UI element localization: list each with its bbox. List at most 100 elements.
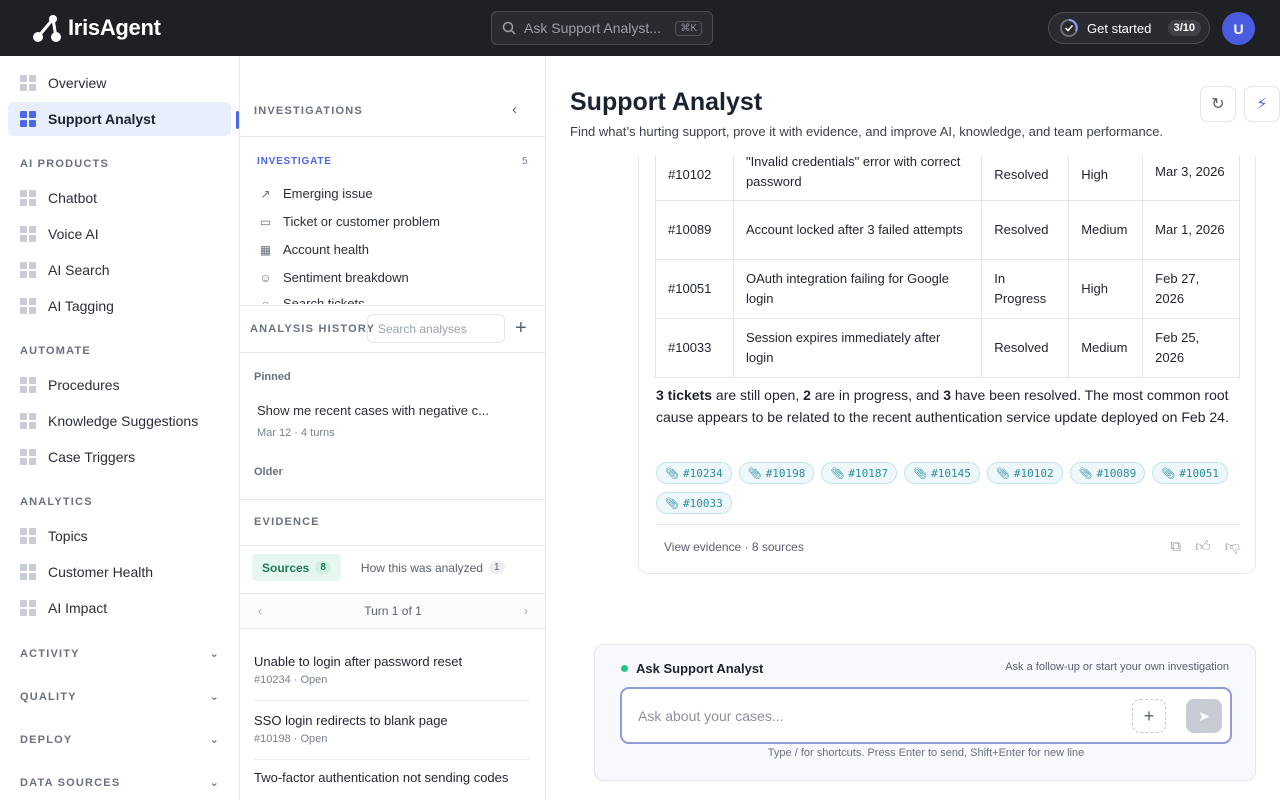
sidebar-item-chatbot[interactable]: Chatbot — [8, 181, 231, 215]
grid-icon — [20, 111, 36, 127]
citation-chip[interactable]: 📎︎ #10089 — [1069, 462, 1146, 484]
paperclip-icon: 📎︎ — [913, 466, 928, 480]
history-item-title[interactable]: Show me recent cases with negative c... — [257, 403, 507, 418]
paperclip-icon: 📎︎ — [830, 466, 845, 480]
citation-chip[interactable]: 📎︎ #10033 — [656, 492, 732, 514]
citation-chips: 📎︎ #10234 📎︎ #10198 📎︎ #10187 📎︎ #10145 📎︎ #10102… — [656, 462, 1246, 514]
section-quality-toggle[interactable]: QUALITY ⌄ — [20, 690, 220, 704]
citation-chip[interactable]: 📎︎ #10187 — [821, 462, 898, 484]
summary-text: are still open, — [712, 387, 804, 403]
sidebar-item-label: Chatbot — [48, 190, 98, 206]
prev-turn-icon[interactable]: ‹ — [258, 604, 262, 618]
sidebar-item-ai-tagging[interactable]: AI Tagging — [8, 289, 231, 323]
brand-logo[interactable]: IrisAgent — [32, 13, 161, 43]
citation-chip[interactable]: 📎︎ #10051 — [1152, 462, 1229, 484]
refresh-button[interactable]: ↻ — [1200, 86, 1236, 122]
quick-action-button[interactable]: ⚡ — [1244, 86, 1280, 122]
source-item-meta: #10234 · Open — [254, 674, 328, 686]
divider — [240, 136, 545, 137]
citation-chip[interactable]: 📎︎ #10198 — [738, 462, 815, 484]
view-evidence-link[interactable]: View evidence · 8 sources — [664, 540, 804, 554]
sidebar-item-ai-impact[interactable]: AI Impact — [8, 591, 231, 625]
copy-icon[interactable]: ⧉ — [1170, 538, 1181, 556]
trend-icon: ↗ — [260, 186, 271, 201]
investigate-item-label: Emerging issue — [283, 186, 373, 201]
tab-how-analyzed[interactable]: How this was analyzed 1 — [351, 554, 515, 581]
sidebar-item-voice-ai[interactable]: Voice AI — [8, 217, 231, 251]
tab-sources[interactable]: Sources 8 — [252, 554, 341, 581]
investigations-header: INVESTIGATIONS — [254, 105, 363, 117]
ask-panel: Ask Support Analyst Ask a follow-up or s… — [594, 644, 1256, 781]
history-item-meta: Mar 12 · 4 turns — [257, 427, 335, 439]
sidebar-item-case-triggers[interactable]: Case Triggers — [8, 440, 231, 474]
paperclip-icon: 📎︎ — [747, 466, 762, 480]
sidebar-item-knowledge-suggestions[interactable]: Knowledge Suggestions — [8, 404, 231, 438]
sidebar-item-topics[interactable]: Topics — [8, 519, 231, 553]
grid-icon — [20, 377, 36, 393]
citation-chip[interactable]: 📎︎ #10145 — [904, 462, 980, 484]
ticket-status: Resolved — [981, 199, 1070, 260]
ask-hint: Ask a follow-up or start your own invest… — [1005, 661, 1229, 673]
send-button[interactable]: ➤ — [1186, 699, 1222, 733]
investigate-sentiment[interactable]: ☺ Sentiment breakdown — [258, 270, 408, 285]
source-item-title[interactable]: Two-factor authentication not sending co… — [254, 769, 514, 786]
card-footer: View evidence · 8 sources ⧉ 👍︎ 👎︎ — [656, 524, 1240, 568]
user-avatar[interactable]: U — [1222, 12, 1255, 45]
get-started-label: Get started — [1087, 20, 1152, 36]
chip-label: #10198 — [765, 466, 806, 480]
history-search-input[interactable]: Search analyses — [367, 314, 505, 343]
ticket-priority: High — [1068, 258, 1144, 319]
ticket-id[interactable]: #10089 — [655, 199, 734, 260]
investigate-label: INVESTIGATE — [257, 156, 332, 167]
investigate-account-health[interactable]: ▦ Account health — [258, 242, 369, 257]
ticket-issue: "Invalid credentials" error with correct… — [732, 156, 983, 201]
bolt-icon: ⚡ — [1256, 96, 1268, 113]
ticket-id[interactable]: #10051 — [655, 258, 734, 319]
progress-ring-icon — [1060, 19, 1078, 37]
ticket-id[interactable]: #10102 — [655, 156, 734, 201]
chip-label: #10051 — [1179, 466, 1220, 480]
response-card: #10102 "Invalid credentials" error with … — [638, 156, 1256, 574]
ticket-status: Resolved — [981, 156, 1070, 201]
sidebar-item-overview[interactable]: Overview — [8, 66, 231, 100]
source-item-title[interactable]: SSO login redirects to blank page — [254, 712, 514, 729]
sidebar-item-label: Knowledge Suggestions — [48, 413, 199, 429]
next-turn-icon[interactable]: › — [524, 604, 528, 618]
source-item-title[interactable]: Unable to login after password reset — [254, 653, 514, 670]
building-icon: ▦ — [259, 242, 272, 257]
section-deploy-toggle[interactable]: DEPLOY ⌄ — [20, 733, 220, 747]
section-label: DATA SOURCES — [20, 776, 121, 789]
section-automate: AUTOMATE — [20, 345, 91, 357]
investigate-emerging-issue[interactable]: ↗ Emerging issue — [258, 186, 373, 201]
citation-chip[interactable]: 📎︎ #10234 — [656, 462, 732, 484]
section-activity-toggle[interactable]: ACTIVITY ⌄ — [20, 647, 220, 661]
investigate-search-tickets[interactable]: ○ Search tickets — [258, 296, 365, 304]
turn-label: Turn 1 of 1 — [364, 604, 422, 618]
ticket-date: Mar 1, 2026 — [1142, 199, 1240, 260]
ticket-id[interactable]: #10033 — [655, 317, 734, 378]
attach-button[interactable]: + — [1132, 699, 1166, 733]
divider — [240, 545, 545, 546]
investigate-ticket-problem[interactable]: ▭ Ticket or customer problem — [258, 214, 440, 229]
thumbs-down-icon[interactable]: 👎︎ — [1225, 538, 1240, 556]
grid-icon — [20, 75, 36, 91]
thumbs-up-icon[interactable]: 👍︎ — [1195, 538, 1211, 556]
table-row: #10033 Session expires immediately after… — [655, 317, 1240, 378]
chip-label: #10145 — [931, 466, 971, 480]
collapse-panel-icon[interactable]: ‹ — [512, 101, 517, 118]
logo-mark-icon — [33, 15, 61, 42]
ask-input[interactable]: Ask about your cases... + ➤ — [620, 687, 1232, 744]
get-started-button[interactable]: Get started 3/10 — [1048, 12, 1210, 44]
citation-chip[interactable]: 📎︎ #10102 — [986, 462, 1063, 484]
ticket-priority: Medium — [1068, 199, 1144, 260]
grid-icon — [20, 226, 36, 242]
chip-label: #10102 — [1013, 466, 1054, 480]
sidebar-item-procedures[interactable]: Procedures — [8, 368, 231, 402]
sidebar-item-support-analyst[interactable]: Support Analyst — [8, 102, 231, 136]
sidebar-item-customer-health[interactable]: Customer Health — [8, 555, 231, 589]
new-analysis-button[interactable]: + — [515, 317, 527, 340]
ticket-status: In Progress — [981, 258, 1070, 319]
section-data-sources-toggle[interactable]: DATA SOURCES ⌄ — [20, 776, 220, 790]
global-search[interactable]: Ask Support Analyst... ⌘K — [491, 11, 713, 45]
sidebar-item-ai-search[interactable]: AI Search — [8, 253, 231, 287]
